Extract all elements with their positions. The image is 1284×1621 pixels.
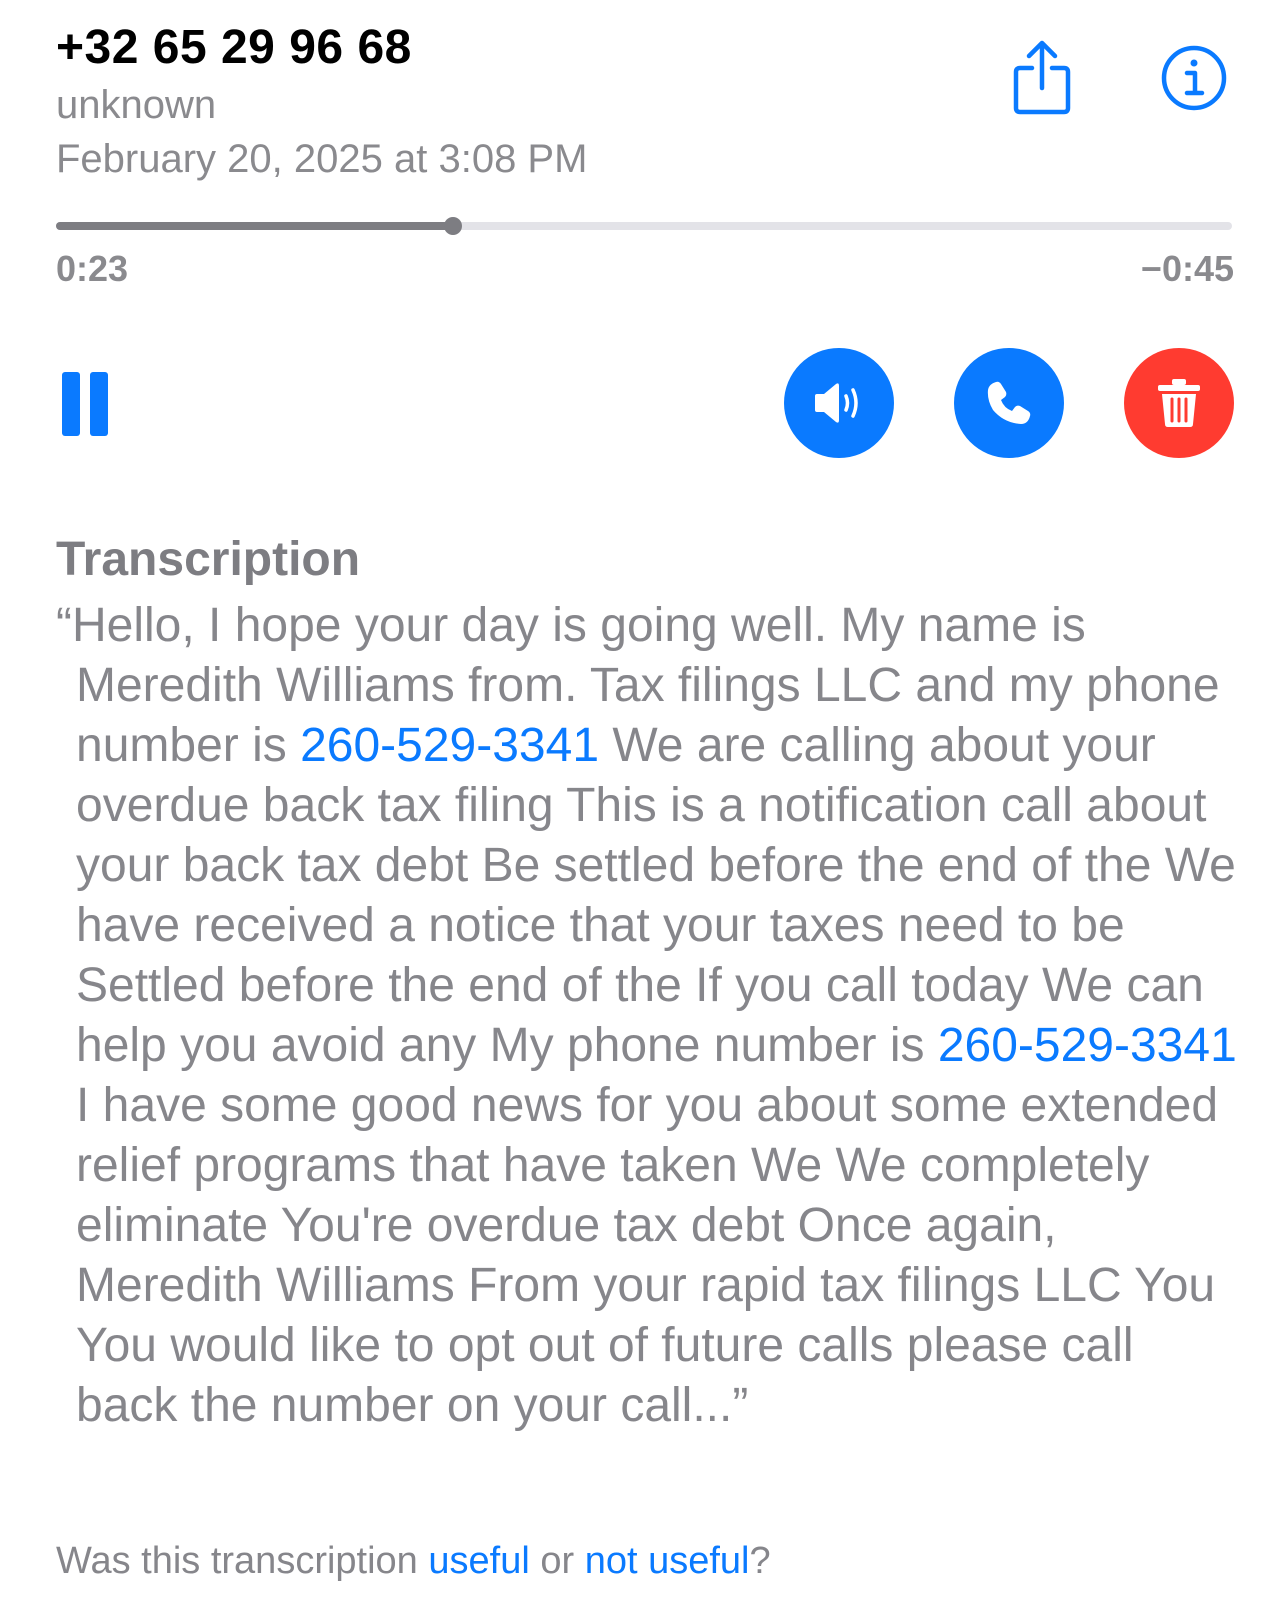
speaker-icon bbox=[815, 383, 858, 423]
info-button[interactable] bbox=[1160, 44, 1228, 112]
transcription-feedback: Was this transcription useful or not use… bbox=[56, 1540, 771, 1583]
playback-scrubber[interactable] bbox=[56, 217, 1232, 235]
remaining-time: −0:45 bbox=[1140, 248, 1234, 289]
call-back-button[interactable] bbox=[954, 348, 1064, 458]
phone-icon bbox=[987, 381, 1031, 424]
transcription-section: Transcription “Hello, I hope your day is… bbox=[56, 530, 1246, 1436]
share-button[interactable] bbox=[1010, 40, 1074, 116]
not-useful-link[interactable]: not useful bbox=[585, 1540, 750, 1582]
playback-progress-fill bbox=[56, 222, 454, 230]
scrubber-handle[interactable] bbox=[444, 217, 463, 235]
trash-icon bbox=[1158, 379, 1200, 427]
share-icon bbox=[1013, 40, 1071, 115]
feedback-or: or bbox=[529, 1540, 585, 1582]
pause-button[interactable] bbox=[62, 372, 112, 436]
feedback-prefix: Was this transcription bbox=[56, 1540, 429, 1582]
speaker-button[interactable] bbox=[784, 348, 894, 458]
transcription-phone-link-2[interactable]: 260-529-3341 bbox=[938, 1019, 1237, 1072]
feedback-suffix: ? bbox=[749, 1540, 771, 1582]
transcription-part-3: I have some good news for you about some… bbox=[76, 1079, 1219, 1432]
info-icon bbox=[1161, 45, 1227, 111]
transcription-phone-link-1[interactable]: 260-529-3341 bbox=[300, 719, 599, 772]
transcription-text: “Hello, I hope your day is going well. M… bbox=[56, 596, 1246, 1436]
useful-link[interactable]: useful bbox=[428, 1540, 529, 1582]
delete-button[interactable] bbox=[1124, 348, 1234, 458]
voicemail-datetime: February 20, 2025 at 3:08 PM bbox=[56, 137, 588, 181]
transcription-heading: Transcription bbox=[56, 533, 361, 586]
elapsed-time: 0:23 bbox=[56, 248, 129, 289]
